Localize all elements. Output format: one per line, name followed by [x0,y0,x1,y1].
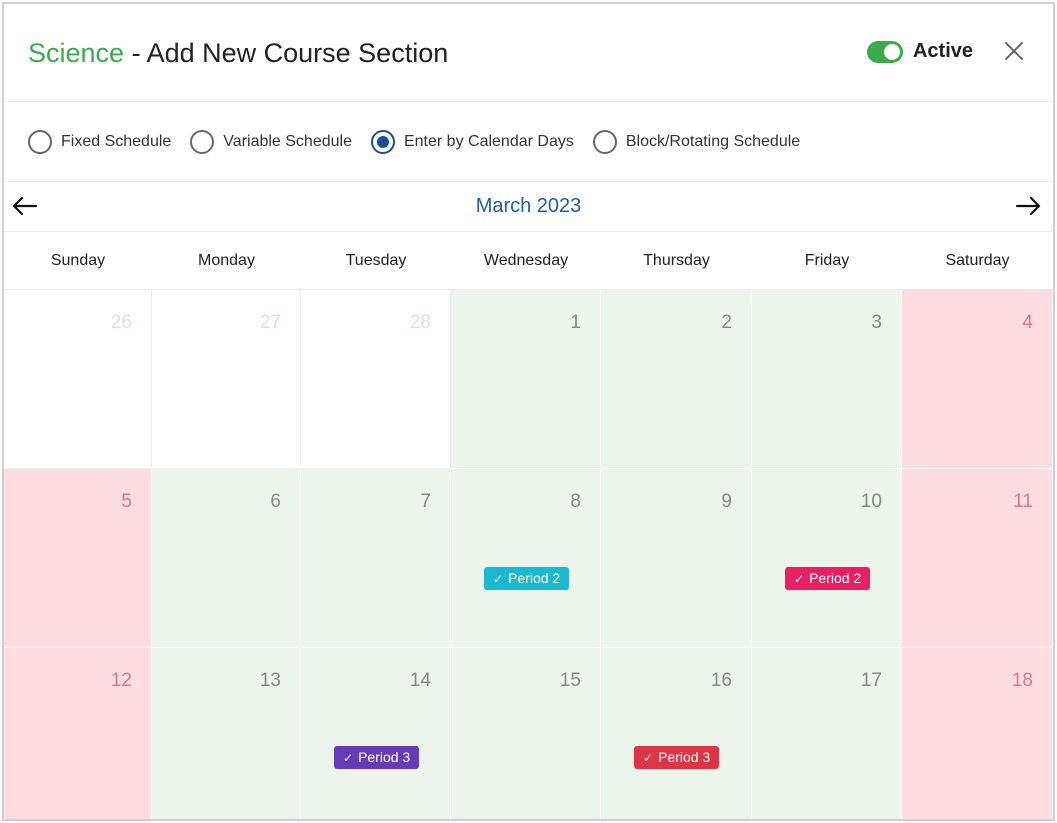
period-badge-label: Period 2 [809,570,862,586]
period-badge-label: Period 2 [508,570,561,586]
radio-label: Block/Rotating Schedule [625,132,801,150]
toggle-knob [883,43,900,60]
calendar-day-cell[interactable]: 4 [902,290,1053,469]
weekday-label: Saturday [945,252,1010,269]
day-number: 8 [570,491,581,512]
day-number: 14 [409,670,431,691]
day-number: 9 [721,491,732,512]
period-badge-label: Period 3 [658,749,711,765]
subject-name: Science [28,38,125,68]
active-toggle-group: Active [866,40,973,63]
period-badge-label: Period 3 [358,749,411,765]
checkmark-icon: ✓ [343,751,354,765]
calendar-day-cell[interactable]: 7 [301,469,451,648]
day-number: 12 [110,670,132,691]
day-number: 11 [1013,491,1033,512]
calendar-day-cell[interactable]: 2 [601,290,752,469]
dialog-header: Science - Add New Course Section Active [4,4,1053,102]
active-toggle[interactable] [866,40,903,63]
checkmark-icon: ✓ [643,751,654,765]
period-badge[interactable]: ✓ Period 2 [484,567,570,590]
day-number: 28 [409,312,431,333]
calendar-day-cell[interactable]: 17 [752,648,902,819]
day-number: 1 [570,312,581,333]
calendar-day-cell[interactable]: 26 [4,290,152,469]
day-number: 18 [1011,670,1033,691]
checkmark-icon: ✓ [493,572,504,586]
radio-label: Fixed Schedule [61,132,172,150]
arrow-right-icon[interactable] [1015,194,1043,218]
weekday-label: Friday [804,252,850,269]
weekday-label: Sunday [50,252,106,269]
active-label: Active [912,40,973,62]
month-navigation: March 2023 [4,182,1053,232]
radio-circle-checked[interactable] [370,129,395,154]
calendar-day-cell[interactable]: 12 [4,648,152,819]
calendar-day-cell[interactable]: 6 [152,469,301,648]
radio-label: Enter by Calendar Days [403,132,574,150]
day-number: 7 [420,491,431,512]
day-number: 10 [860,491,882,512]
day-number: 5 [121,491,132,512]
calendar-day-cell[interactable]: 8 ✓ Period 2 [451,469,601,648]
day-number: 3 [871,312,882,333]
period-badge[interactable]: ✓ Period 2 [785,567,871,590]
radio-fixed-schedule[interactable]: Fixed Schedule [28,129,172,154]
course-section-dialog: Science - Add New Course Section Active … [2,2,1055,821]
day-number: 15 [559,670,581,691]
month-title: March 2023 [475,195,582,217]
day-number: 27 [259,312,281,333]
day-number: 16 [710,670,732,691]
weekday-label: Monday [198,252,255,269]
period-badge[interactable]: ✓ Period 3 [634,746,720,769]
day-number: 6 [270,491,281,512]
calendar-day-cell[interactable]: 5 [4,469,152,648]
weekday-label: Thursday [643,252,710,269]
radio-variable-schedule[interactable]: Variable Schedule [190,129,352,154]
radio-circle[interactable] [190,129,215,154]
period-badge[interactable]: ✓ Period 3 [334,746,420,769]
day-number: 17 [860,670,882,691]
checkmark-icon: ✓ [794,572,805,586]
calendar-day-cell[interactable]: 1 [451,290,601,469]
calendar-grid: 26 27 28 1 2 3 4 5 6 7 8 ✓ Period 2 9 10 ✓ Period 2 11 12 1… [4,290,1053,819]
close-icon[interactable] [1001,38,1027,64]
calendar-day-cell[interactable]: 28 [301,290,451,469]
calendar-day-cell[interactable]: 10 ✓ Period 2 [752,469,902,648]
weekday-header: Sunday Monday Tuesday Wednesday Thursday Frid… [4,232,1053,290]
day-number: 26 [110,312,132,333]
calendar-day-cell[interactable]: 3 [752,290,902,469]
calendar-day-cell[interactable]: 9 [601,469,752,648]
calendar-day-cell[interactable]: 13 [152,648,301,819]
day-number: 13 [259,670,281,691]
radio-label: Variable Schedule [223,132,352,150]
calendar-day-cell[interactable]: 14 ✓ Period 3 [301,648,451,819]
calendar-day-cell[interactable]: 15 [451,648,601,819]
radio-circle[interactable] [592,129,617,154]
calendar-day-cell[interactable]: 11 [902,469,1053,648]
radio-circle[interactable] [28,129,52,154]
title-text: - Add New Course Section [124,38,449,68]
schedule-type-options: Fixed Schedule Variable Schedule Enter b… [4,102,1053,182]
calendar-day-cell[interactable]: 27 [152,290,301,469]
radio-block-rotating-schedule[interactable]: Block/Rotating Schedule [592,129,801,154]
weekday-label: Wednesday [483,252,569,269]
calendar-day-cell[interactable]: 16 ✓ Period 3 [601,648,752,819]
radio-calendar-days[interactable]: Enter by Calendar Days [370,129,574,154]
calendar-day-cell[interactable]: 18 [902,648,1053,819]
day-number: 4 [1022,312,1033,333]
day-number: 2 [721,312,732,333]
dialog-title: Science - Add New Course Section [28,38,448,69]
weekday-label: Tuesday [345,252,407,269]
